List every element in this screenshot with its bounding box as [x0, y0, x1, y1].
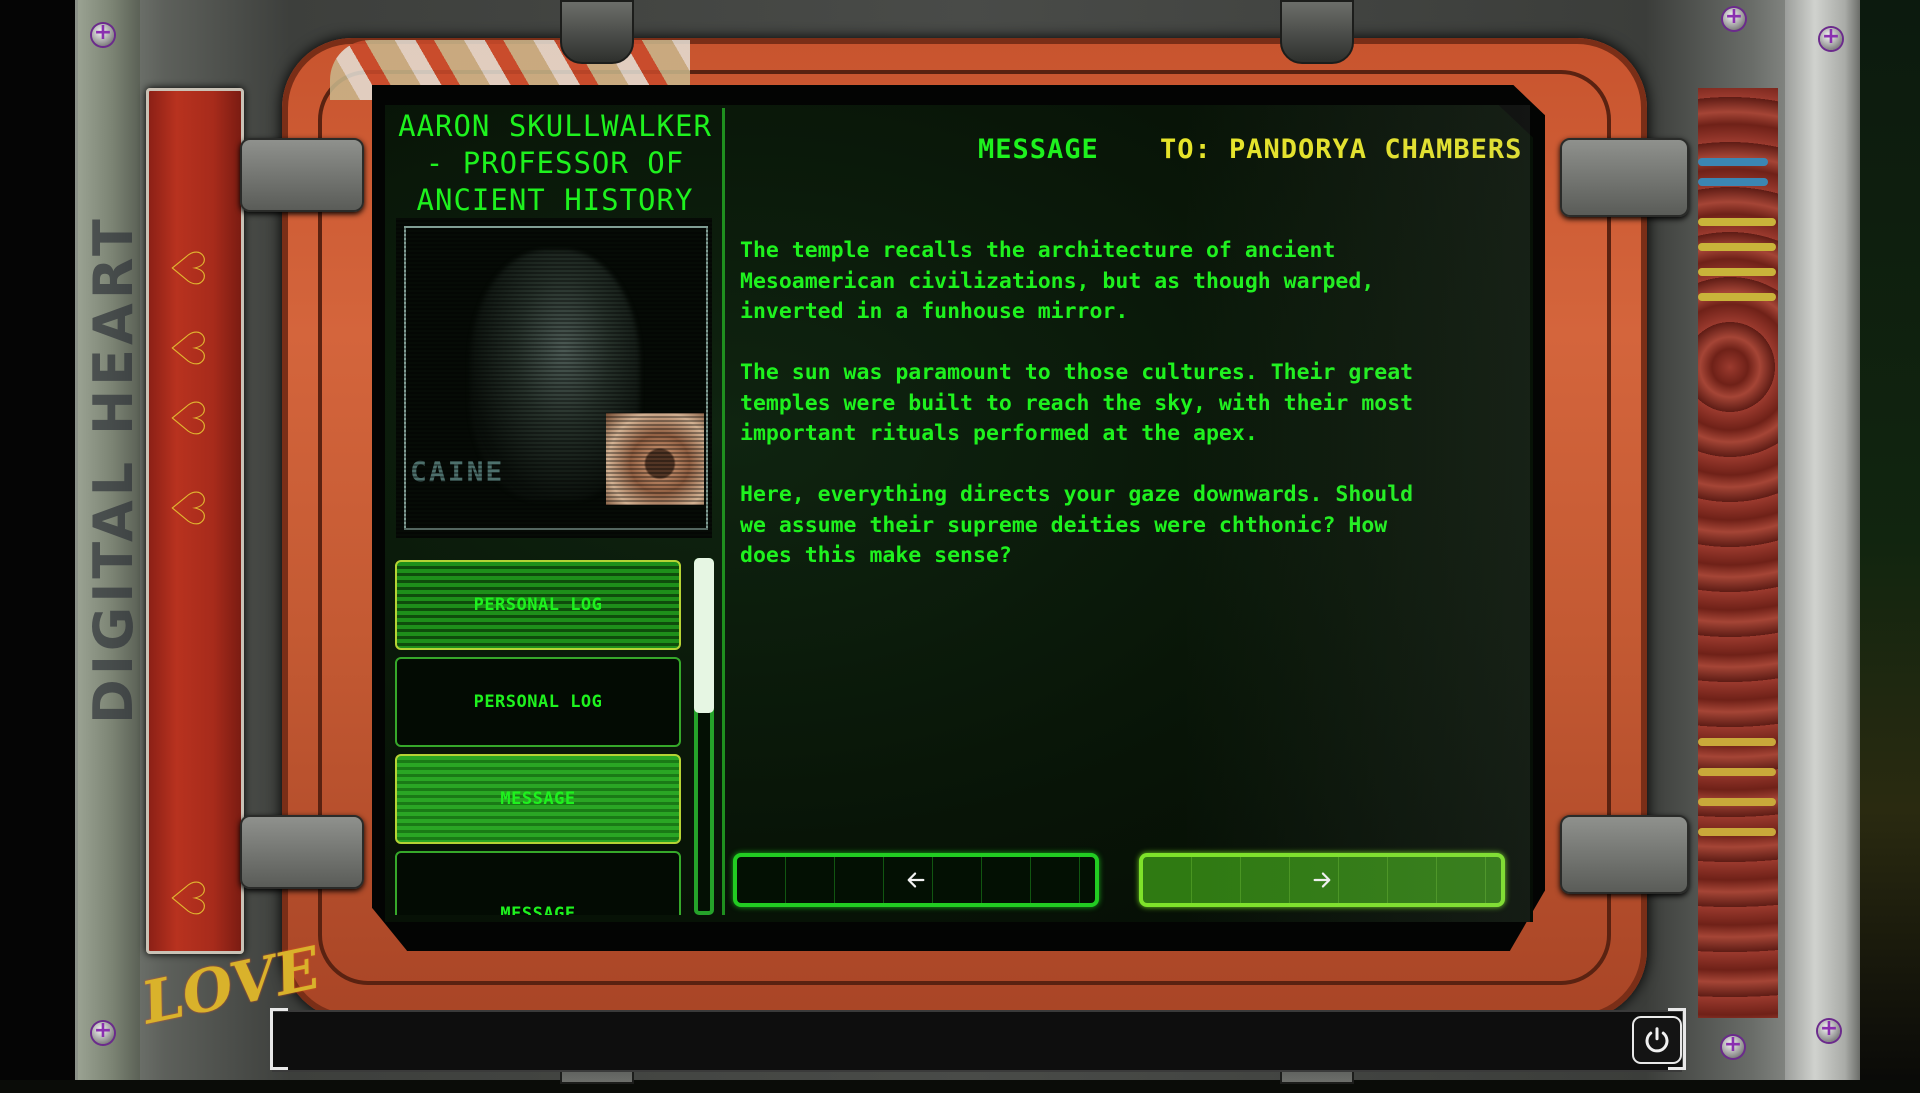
heart-graffiti-icon: ♡: [160, 397, 215, 439]
log-item-personal-log-2[interactable]: PERSONAL LOG: [395, 657, 681, 747]
screw-icon: [1722, 1032, 1744, 1058]
log-list: PERSONAL LOG PERSONAL LOG MESSAGE MESSAG…: [385, 555, 690, 915]
log-item-label: MESSAGE: [500, 904, 576, 915]
screw-icon: [92, 1018, 114, 1044]
left-hinge: [240, 815, 364, 889]
yellow-wire: [1698, 243, 1776, 251]
log-item-message-2[interactable]: MESSAGE: [395, 851, 681, 915]
log-item-label: MESSAGE: [500, 789, 576, 809]
left-hinge: [240, 138, 364, 212]
power-icon: [1645, 1027, 1669, 1053]
message-recipient: TO: PANDORYA CHAMBERS: [1160, 134, 1523, 165]
message-body: The temple recalls the architecture of a…: [740, 236, 1500, 602]
yellow-wire: [1698, 798, 1776, 806]
heart-graffiti-icon: ♡: [160, 327, 215, 369]
panel-divider: [722, 108, 725, 915]
right-metal-rail: [1785, 0, 1860, 1080]
yellow-wire: [1698, 738, 1776, 746]
blue-wire: [1698, 158, 1768, 166]
yellow-wire: [1698, 768, 1776, 776]
heart-graffiti-icon: ♡: [160, 877, 215, 919]
background-right: [1860, 0, 1920, 1080]
message-paragraph: The temple recalls the architecture of a…: [740, 238, 1375, 324]
digital-heart-graffiti: DIGITAL HEART: [82, 215, 145, 725]
next-button[interactable]: [1139, 853, 1505, 907]
log-item-label: PERSONAL LOG: [473, 692, 603, 712]
yellow-wire: [1698, 828, 1776, 836]
yellow-wire: [1698, 293, 1776, 301]
screw-icon: [1818, 1016, 1840, 1042]
blue-wire: [1698, 178, 1768, 186]
message-paragraph: Here, everything directs your gaze downw…: [740, 482, 1414, 568]
portrait-scanlines: [396, 218, 712, 538]
contact-name: AARON SKULLWALKER - PROFESSOR OF ANCIENT…: [398, 109, 712, 217]
screw-icon: [92, 20, 114, 46]
yellow-wire: [1698, 218, 1776, 226]
right-hinge: [1560, 138, 1689, 217]
power-button[interactable]: [1632, 1016, 1682, 1064]
log-item-message-1[interactable]: MESSAGE: [395, 754, 681, 844]
right-hinge: [1560, 815, 1689, 894]
scrollbar-thumb[interactable]: [694, 558, 714, 713]
screw-icon: [1723, 4, 1745, 30]
log-item-label: PERSONAL LOG: [473, 595, 603, 615]
message-type-label: MESSAGE: [978, 134, 1099, 165]
screw-icon: [1820, 24, 1842, 50]
bottom-status-bar: [272, 1010, 1682, 1072]
flesh-texture: [1698, 88, 1778, 1018]
heart-graffiti-icon: ♡: [160, 247, 215, 289]
previous-button[interactable]: [733, 853, 1099, 907]
background-left: [0, 0, 75, 1080]
bottom-bar-bracket: [270, 1008, 288, 1070]
yellow-wire: [1698, 268, 1776, 276]
red-graffiti-strap: ♡ ♡ ♡ ♡ ♡: [146, 88, 244, 954]
arrow-left-icon: [907, 872, 925, 888]
message-paragraph: The sun was paramount to those cultures.…: [740, 360, 1414, 446]
log-item-personal-log-1[interactable]: PERSONAL LOG: [395, 560, 681, 650]
top-latch: [1280, 0, 1354, 64]
arrow-right-icon: [1313, 872, 1331, 888]
top-latch: [560, 0, 634, 64]
heart-graffiti-icon: ♡: [160, 487, 215, 529]
